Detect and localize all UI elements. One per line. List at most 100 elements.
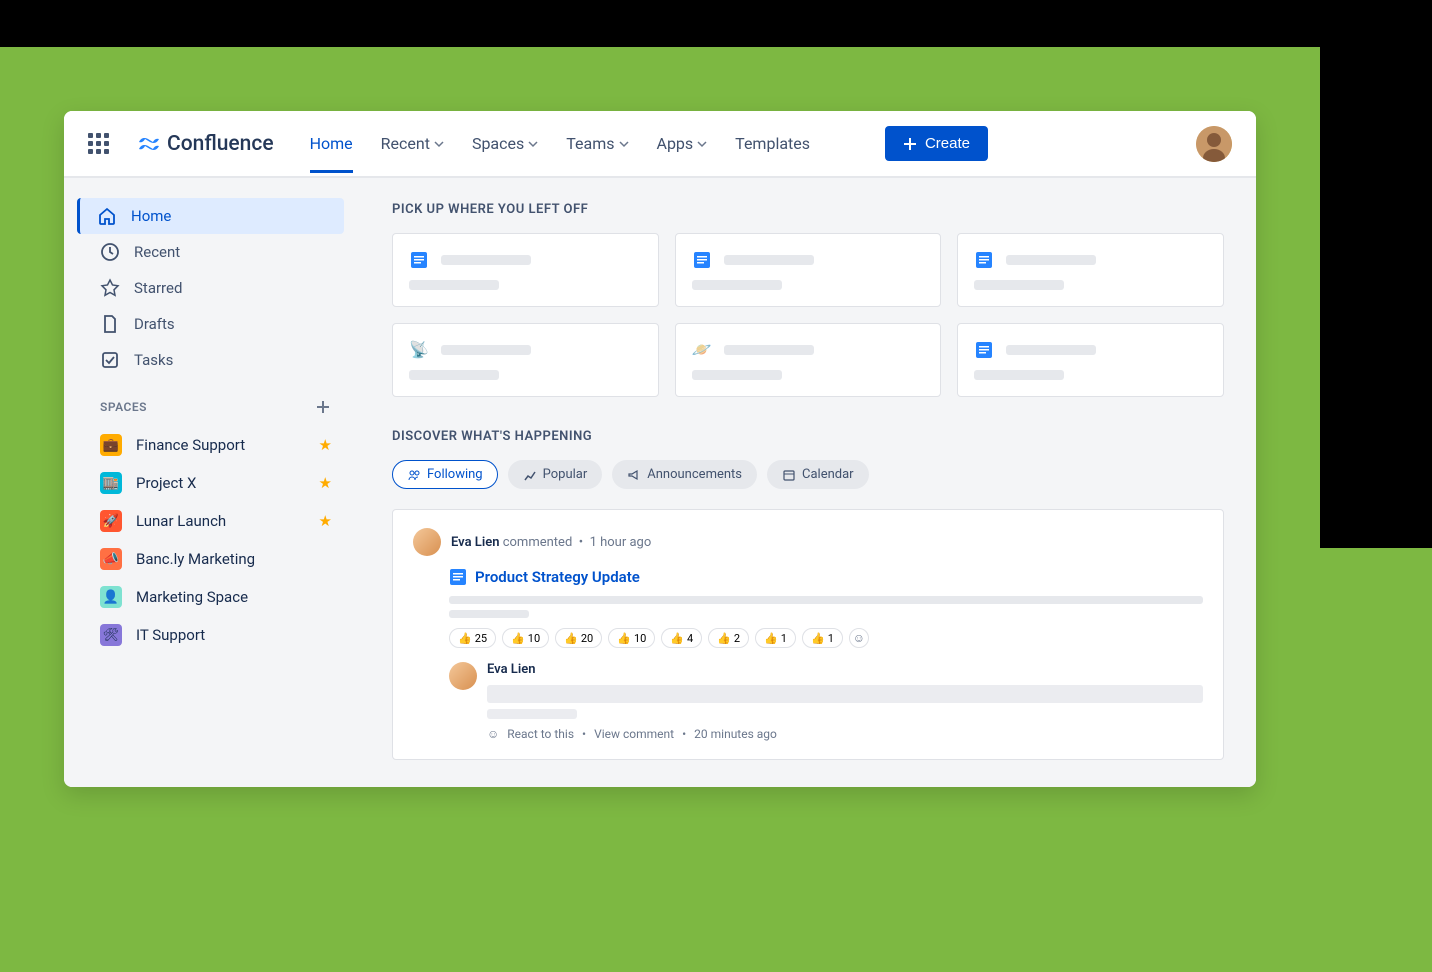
space-lunar-launch[interactable]: 🚀 Lunar Launch ★ xyxy=(64,502,360,540)
filter-tabs: Following Popular Announcements Calendar xyxy=(392,460,1224,489)
space-icon: 📣 xyxy=(100,548,122,570)
recent-page-card[interactable] xyxy=(675,233,942,307)
nav-spaces[interactable]: Spaces xyxy=(472,114,538,173)
people-icon xyxy=(407,468,421,482)
planet-icon: 🪐 xyxy=(692,340,712,360)
nav-apps[interactable]: Apps xyxy=(657,114,708,173)
reaction-pill[interactable]: 👍2 xyxy=(708,628,749,648)
author-avatar[interactable] xyxy=(413,528,441,556)
nav-templates[interactable]: Templates xyxy=(735,114,810,173)
page-icon xyxy=(692,250,712,270)
sidebar-drafts-label: Drafts xyxy=(134,315,175,333)
space-label: Marketing Space xyxy=(136,588,248,606)
filter-announcements[interactable]: Announcements xyxy=(612,460,757,489)
space-icon: 🛠 xyxy=(100,624,122,646)
recent-page-card[interactable] xyxy=(957,323,1224,397)
nav-templates-label: Templates xyxy=(735,134,810,153)
view-comment-action[interactable]: View comment xyxy=(594,727,674,741)
sidebar-tasks[interactable]: Tasks xyxy=(80,342,344,378)
reply-author-name[interactable]: Eva Lien xyxy=(487,662,1203,677)
spaces-header-label: SPACES xyxy=(100,400,147,414)
reaction-pill[interactable]: 👍10 xyxy=(502,628,549,648)
reactions-row: 👍25 👍10 👍20 👍10 👍4 👍2 👍1 👍1 ☺ xyxy=(449,628,1203,648)
confluence-logo[interactable]: Confluence xyxy=(137,132,274,156)
space-project-x[interactable]: 🏬 Project X ★ xyxy=(64,464,360,502)
chevron-down-icon xyxy=(697,139,707,149)
nav-recent[interactable]: Recent xyxy=(381,114,444,173)
chart-icon xyxy=(523,468,537,482)
sidebar-starred-label: Starred xyxy=(134,279,182,297)
nav-teams[interactable]: Teams xyxy=(566,114,628,173)
space-finance-support[interactable]: 💼 Finance Support ★ xyxy=(64,426,360,464)
reaction-pill[interactable]: 👍25 xyxy=(449,628,496,648)
sidebar-starred[interactable]: Starred xyxy=(80,270,344,306)
reaction-pill[interactable]: 👍20 xyxy=(555,628,602,648)
brand-name: Confluence xyxy=(167,132,274,156)
nav-home-label: Home xyxy=(310,134,353,153)
star-empty-icon[interactable]: ★ xyxy=(319,550,332,568)
nav-teams-label: Teams xyxy=(566,134,614,153)
app-window: Confluence Home Recent Spaces Teams Apps… xyxy=(64,111,1256,787)
reaction-pill[interactable]: 👍1 xyxy=(755,628,796,648)
main-content: PICK UP WHERE YOU LEFT OFF 📡 xyxy=(360,178,1256,787)
plus-icon xyxy=(903,137,917,151)
space-icon: 👤 xyxy=(100,586,122,608)
user-avatar[interactable] xyxy=(1196,126,1232,162)
space-bancly-marketing[interactable]: 📣 Banc.ly Marketing ★ xyxy=(64,540,360,578)
recent-page-card[interactable]: 📡 xyxy=(392,323,659,397)
star-empty-icon[interactable]: ★ xyxy=(319,626,332,644)
topbar: Confluence Home Recent Spaces Teams Apps… xyxy=(64,111,1256,178)
spaces-header: SPACES xyxy=(64,378,360,426)
confluence-icon xyxy=(137,132,161,156)
star-empty-icon[interactable]: ★ xyxy=(319,588,332,606)
sidebar-tasks-label: Tasks xyxy=(134,351,173,369)
chevron-down-icon xyxy=(619,139,629,149)
space-label: IT Support xyxy=(136,626,205,644)
author-name[interactable]: Eva Lien xyxy=(451,535,499,550)
recent-page-card[interactable] xyxy=(392,233,659,307)
star-icon xyxy=(100,278,120,298)
filter-label: Calendar xyxy=(802,467,854,482)
react-action[interactable]: React to this xyxy=(507,727,574,741)
discover-section-title: DISCOVER WHAT'S HAPPENING xyxy=(392,429,1224,444)
add-reaction-button[interactable]: ☺ xyxy=(849,628,869,648)
nav-spaces-label: Spaces xyxy=(472,134,524,153)
filter-label: Following xyxy=(427,467,483,482)
satellite-icon: 📡 xyxy=(409,340,429,360)
space-it-support[interactable]: 🛠 IT Support ★ xyxy=(64,616,360,654)
add-space-icon[interactable] xyxy=(314,398,332,416)
sidebar-home[interactable]: Home xyxy=(77,198,344,234)
space-marketing-space[interactable]: 👤 Marketing Space ★ xyxy=(64,578,360,616)
star-filled-icon[interactable]: ★ xyxy=(319,512,332,530)
app-switcher-icon[interactable] xyxy=(88,133,109,154)
star-filled-icon[interactable]: ★ xyxy=(319,436,332,454)
chevron-down-icon xyxy=(434,139,444,149)
react-icon[interactable]: ☺ xyxy=(487,727,499,741)
sidebar-home-label: Home xyxy=(131,207,171,225)
megaphone-icon xyxy=(627,468,641,482)
nav-home[interactable]: Home xyxy=(310,114,353,173)
sidebar-drafts[interactable]: Drafts xyxy=(80,306,344,342)
recent-page-card[interactable] xyxy=(957,233,1224,307)
reply-avatar[interactable] xyxy=(449,662,477,690)
recent-page-card[interactable]: 🪐 xyxy=(675,323,942,397)
create-button[interactable]: Create xyxy=(885,126,988,161)
sidebar-recent-label: Recent xyxy=(134,243,180,261)
document-icon xyxy=(100,314,120,334)
filter-popular[interactable]: Popular xyxy=(508,460,603,489)
star-filled-icon[interactable]: ★ xyxy=(319,474,332,492)
filter-calendar[interactable]: Calendar xyxy=(767,460,869,489)
activity-time: 1 hour ago xyxy=(590,535,652,550)
activity-page-link[interactable]: Product Strategy Update xyxy=(449,568,1203,586)
nav-apps-label: Apps xyxy=(657,134,694,153)
page-icon xyxy=(449,568,467,586)
sidebar-recent[interactable]: Recent xyxy=(80,234,344,270)
reaction-pill[interactable]: 👍10 xyxy=(608,628,655,648)
filter-following[interactable]: Following xyxy=(392,460,498,489)
filter-label: Popular xyxy=(543,467,588,482)
activity-action: commented xyxy=(503,535,573,550)
sidebar: Home Recent Starred Drafts Tasks SPACES xyxy=(64,178,360,787)
reaction-pill[interactable]: 👍1 xyxy=(802,628,843,648)
pickup-section-title: PICK UP WHERE YOU LEFT OFF xyxy=(392,202,1224,217)
reaction-pill[interactable]: 👍4 xyxy=(661,628,702,648)
